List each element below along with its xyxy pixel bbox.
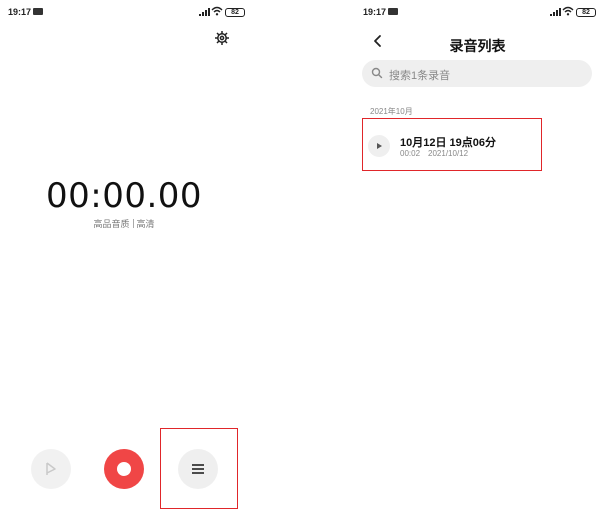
month-group-label: 2021年10月 — [370, 107, 413, 116]
quality-value: 高清 — [136, 219, 155, 229]
notification-icon — [33, 8, 43, 15]
panel-divider — [295, 0, 355, 517]
page-title: 录音列表 — [449, 38, 506, 54]
status-time: 19:17 — [363, 7, 387, 17]
battery-icon: 82 — [225, 8, 245, 17]
notification-icon — [388, 8, 398, 15]
play-outline-icon — [46, 462, 56, 475]
settings-gear-icon[interactable] — [214, 30, 230, 46]
wifi-icon — [211, 6, 223, 16]
wifi-icon — [562, 6, 574, 16]
record-icon — [117, 462, 131, 476]
play-button[interactable] — [31, 449, 71, 489]
signal-icon — [199, 8, 210, 16]
audio-quality-label: 高品音质 高清 — [0, 217, 248, 230]
divider — [132, 219, 134, 228]
search-input[interactable]: 搜索1条录音 — [362, 60, 592, 87]
quality-label: 高品音质 — [93, 219, 130, 229]
highlight-box — [160, 428, 238, 509]
signal-icon — [550, 8, 561, 16]
status-bar: 19:17 82 — [355, 6, 600, 20]
search-icon — [371, 67, 383, 79]
recorder-screen: 19:17 82 00:00.00 高品音质 高清 — [0, 0, 295, 517]
record-button[interactable] — [104, 449, 144, 489]
recordings-list-screen: 19:17 82 录音列表 搜索1条录音 2021年10月 10月12日 19点… — [355, 0, 600, 517]
battery-icon: 82 — [576, 8, 596, 17]
search-placeholder: 搜索1条录音 — [389, 70, 451, 82]
status-bar: 19:17 82 — [0, 6, 295, 20]
highlight-box — [362, 118, 542, 171]
status-time: 19:17 — [8, 7, 32, 17]
recording-timer: 00:00.00 — [45, 176, 203, 216]
